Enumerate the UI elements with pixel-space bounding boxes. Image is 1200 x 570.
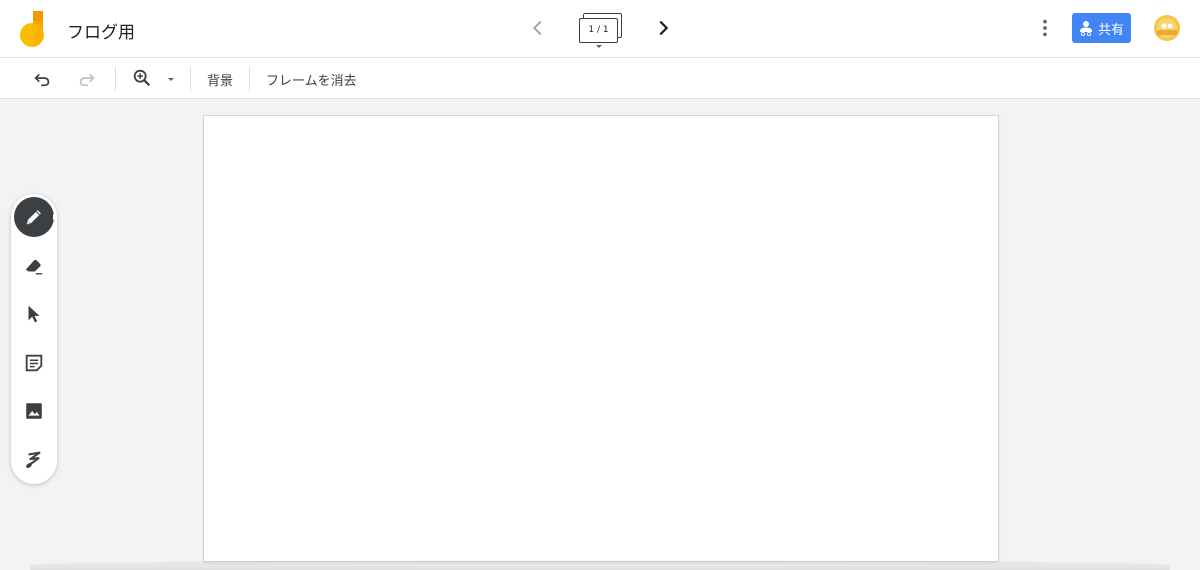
redo-icon[interactable] (76, 67, 98, 89)
image-tool-button[interactable] (14, 391, 54, 431)
select-tool-button[interactable] (14, 294, 54, 334)
document-title[interactable]: フログ用 (67, 18, 135, 43)
clear-frame-button[interactable]: フレームを消去 (266, 70, 357, 89)
edit-toolbar: 背景 フレームを消去 (0, 58, 1200, 99)
sticky-note-tool-button[interactable] (14, 343, 54, 383)
undo-icon[interactable] (31, 67, 53, 89)
eraser-icon (25, 259, 43, 275)
frame-counter: 1 / 1 (579, 18, 618, 43)
laser-pointer-icon (26, 451, 41, 468)
chevron-down-icon (596, 45, 602, 48)
cursor-arrow-icon (28, 305, 40, 323)
pen-tool-button[interactable] (14, 197, 57, 237)
background-button[interactable]: 背景 (207, 70, 233, 89)
toolbar-divider (190, 67, 191, 91)
whiteboard-canvas[interactable] (203, 115, 999, 562)
toolbar-divider (249, 67, 250, 91)
canvas-shadow (30, 560, 1170, 570)
image-icon (26, 403, 42, 419)
share-label: 共有 (1098, 22, 1125, 38)
caret-right-icon (53, 214, 57, 220)
avatar-icon[interactable] (1153, 14, 1181, 42)
chevron-right-icon[interactable] (652, 17, 674, 39)
tool-palette (11, 194, 57, 484)
share-people-icon (1080, 21, 1092, 36)
more-vert-icon[interactable] (1034, 17, 1056, 39)
sticky-note-icon (25, 354, 43, 372)
chevron-down-icon[interactable] (168, 78, 174, 81)
frame-selector-button[interactable]: 1 / 1 (574, 10, 626, 50)
zoom-in-icon[interactable] (131, 67, 153, 89)
chevron-left-icon[interactable] (527, 17, 549, 39)
eraser-tool-button[interactable] (14, 246, 54, 286)
share-button[interactable]: 共有 (1072, 13, 1131, 43)
toolbar-divider (115, 67, 116, 91)
top-bar: フログ用 1 / 1 共有 (0, 0, 1200, 58)
jamboard-logo-icon (20, 11, 44, 47)
laser-tool-button[interactable] (14, 440, 54, 480)
pen-icon (26, 210, 41, 225)
